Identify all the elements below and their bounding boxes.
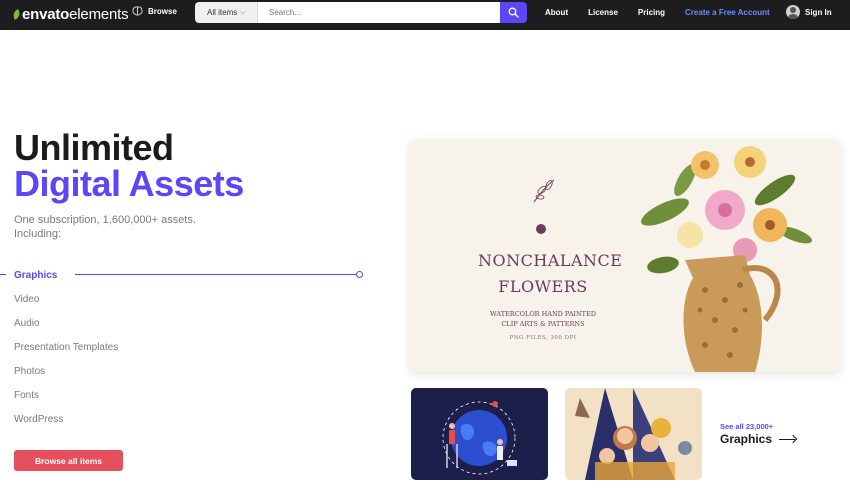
arrow-right-icon [779, 438, 796, 440]
search-icon [508, 7, 519, 18]
nav-links: About License Pricing Create a Free Acco… [545, 8, 788, 17]
family-illustration [575, 388, 692, 480]
thumbnail-family[interactable] [565, 388, 702, 480]
logo-text-bold: envato [22, 6, 70, 23]
nav-link-pricing[interactable]: Pricing [638, 8, 665, 17]
create-account-link[interactable]: Create a Free Account [685, 8, 770, 17]
see-all-link[interactable]: See all 23,000+ Graphics [720, 422, 796, 446]
category-graphics[interactable]: Graphics [14, 270, 57, 281]
category-photos[interactable]: Photos [14, 366, 45, 377]
browse-menu[interactable]: Browse [132, 6, 177, 16]
search-bar: All items ⌵ [195, 2, 527, 23]
see-all-category: Graphics [720, 432, 796, 446]
category-presentation-templates[interactable]: Presentation Templates [14, 342, 118, 353]
search-category-select[interactable]: All items ⌵ [195, 2, 258, 23]
nav-link-license[interactable]: License [588, 8, 618, 17]
see-all-count: See all 23,000+ [720, 422, 774, 431]
hero-title-line1: Unlimited [14, 127, 174, 168]
feature-description: WATERCOLOR HAND PAINTED CLIP ARTS & PATT… [470, 309, 616, 329]
page: envato elements Browse All items ⌵ Searc… [0, 0, 850, 502]
search-input[interactable] [258, 2, 500, 23]
feature-description-line2: CLIP ARTS & PATTERNS [501, 320, 585, 328]
see-all-category-label: Graphics [720, 432, 773, 446]
feature-meta: PNG FILES, 300 DPI [509, 335, 577, 341]
hero-title-line2: Digital Assets [14, 163, 244, 204]
sprig-illustration [533, 179, 555, 203]
featured-item-card[interactable]: NONCHALANCE FLOWERS WATERCOLOR HAND PAIN… [410, 140, 840, 372]
search-category-label: All items [207, 8, 238, 17]
category-progress-dot [356, 271, 363, 278]
feature-title-line2: FLOWERS [498, 277, 588, 296]
hero-subtitle: One subscription, 1,600,000+ assets. Inc… [14, 214, 196, 240]
browse-all-button[interactable]: Browse all items [14, 450, 123, 471]
top-nav: envato elements Browse All items ⌵ Searc… [0, 0, 850, 30]
category-progress-line [75, 274, 357, 275]
brain-icon [132, 6, 143, 16]
leaf-icon [11, 9, 22, 20]
category-audio[interactable]: Audio [14, 318, 40, 329]
category-fonts[interactable]: Fonts [14, 390, 39, 401]
search-button[interactable] [500, 2, 527, 23]
browse-label: Browse [148, 6, 177, 16]
chevron-down-icon: ⌵ [240, 8, 246, 16]
sign-in-button[interactable]: Sign In [786, 5, 832, 19]
category-video[interactable]: Video [14, 294, 39, 305]
globe-illustration [442, 401, 517, 475]
feature-description-line1: WATERCOLOR HAND PAINTED [490, 310, 596, 318]
category-wordpress[interactable]: WordPress [14, 414, 63, 425]
vase-flowers-illustration [641, 146, 813, 372]
envato-logo[interactable]: envato elements [11, 6, 129, 23]
user-icon [786, 5, 800, 19]
thumbnail-globe[interactable] [411, 388, 548, 480]
active-category-marker [0, 274, 6, 275]
feature-title-line1: NONCHALANCE [478, 251, 623, 270]
sign-in-label: Sign In [805, 7, 832, 17]
emblem-icon [536, 224, 546, 234]
logo-text-light: elements [69, 6, 129, 23]
nav-link-about[interactable]: About [545, 8, 568, 17]
